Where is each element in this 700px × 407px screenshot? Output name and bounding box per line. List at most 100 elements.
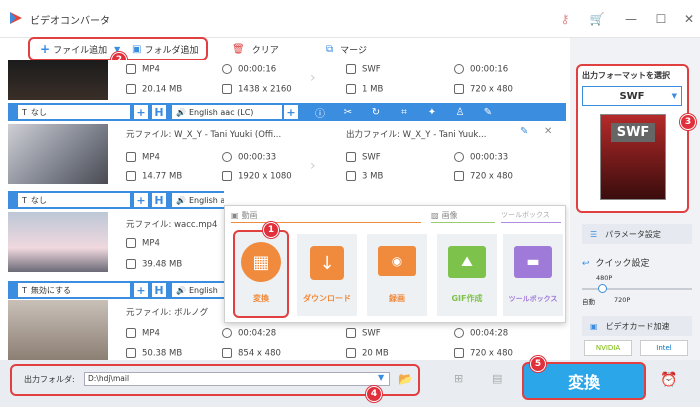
folder-icon: ▣ bbox=[132, 43, 142, 55]
source-size: 39.48 MB bbox=[126, 259, 182, 270]
file-icon bbox=[346, 64, 356, 74]
output-duration: 00:00:16 bbox=[454, 64, 508, 75]
output-resolution: 720 x 480 bbox=[454, 348, 513, 359]
key-icon[interactable]: ⚷ bbox=[556, 10, 574, 28]
subtitle-select[interactable]: T 無効にする bbox=[18, 283, 130, 297]
output-duration: 00:00:33 bbox=[454, 152, 508, 163]
plus-icon: + bbox=[40, 42, 51, 56]
merge-button[interactable]: ⧉ マージ bbox=[326, 40, 367, 58]
tab-video[interactable]: ▣ 動画 bbox=[231, 210, 258, 221]
step-badge-5: 5 bbox=[530, 356, 546, 372]
output-format: SWF bbox=[346, 152, 381, 163]
subtitle-edit-button[interactable]: H bbox=[152, 193, 166, 207]
rotate-icon[interactable]: ↻ bbox=[370, 106, 382, 118]
gpu-accel-button[interactable]: ▣ ビデオカード加速 bbox=[582, 316, 692, 336]
clock-icon bbox=[454, 64, 464, 74]
video-thumbnail[interactable] bbox=[8, 124, 108, 184]
file-icon bbox=[126, 238, 136, 248]
quick-settings-label: ↩ クイック設定 bbox=[582, 259, 650, 269]
close-button[interactable]: ✕ bbox=[680, 10, 698, 28]
output-format: SWF bbox=[346, 64, 381, 75]
add-audio-button[interactable]: + bbox=[284, 105, 298, 119]
remove-item-icon[interactable]: ✕ bbox=[544, 126, 552, 137]
watermark-icon[interactable]: ♙ bbox=[454, 106, 466, 118]
alarm-clock-icon[interactable]: ⏰ bbox=[660, 372, 677, 388]
minimize-button[interactable]: — bbox=[622, 10, 640, 28]
tile-convert[interactable]: ▦ 変換 bbox=[233, 230, 289, 318]
cart-icon[interactable]: 🛒 bbox=[588, 10, 606, 28]
tab-underline bbox=[431, 222, 495, 223]
file-list-icon[interactable]: ⊞ bbox=[454, 372, 463, 385]
clock-icon bbox=[222, 328, 232, 338]
audio-select[interactable]: 🔊 English bbox=[172, 283, 224, 297]
download-icon: ↓ bbox=[310, 246, 344, 280]
file-icon bbox=[126, 152, 136, 162]
quality-slider-thumb[interactable] bbox=[598, 284, 607, 293]
video-thumbnail[interactable] bbox=[8, 60, 108, 100]
tab-underline bbox=[231, 222, 421, 223]
crop-icon[interactable]: ⌗ bbox=[398, 106, 410, 118]
step-badge-3: 3 bbox=[680, 114, 696, 130]
source-format: MP4 bbox=[126, 328, 160, 339]
text-icon: T bbox=[22, 107, 27, 117]
text-icon: T bbox=[22, 195, 27, 205]
format-dropdown[interactable]: SWF ▼ bbox=[582, 86, 682, 106]
tile-download[interactable]: ↓ ダウンロード bbox=[297, 234, 357, 316]
chevron-down-icon[interactable]: ▼ bbox=[378, 373, 384, 382]
source-size: 20.14 MB bbox=[126, 84, 182, 95]
tab-image[interactable]: ▨ 画像 bbox=[431, 210, 458, 221]
resolution-icon bbox=[222, 84, 232, 94]
folder-icon bbox=[346, 171, 356, 181]
subtitle-edit-button[interactable]: H bbox=[152, 283, 166, 297]
nvidia-logo: NVIDIA bbox=[584, 340, 632, 356]
edit-name-icon[interactable]: ✎ bbox=[520, 126, 528, 137]
edit-bar: Tなし + H 🔊English aac (LC) bbox=[8, 191, 224, 209]
file-info-icon[interactable]: ▤ bbox=[492, 372, 502, 385]
clear-button[interactable]: 🗑 クリア bbox=[232, 40, 279, 58]
info-icon[interactable]: ⓘ bbox=[314, 106, 326, 120]
step-badge-1: 1 bbox=[263, 222, 279, 238]
tile-gif[interactable]: ⛰ GIF作成 bbox=[437, 234, 497, 316]
screen-record-icon: ◉ bbox=[378, 246, 416, 276]
subtitle-edit-icon[interactable]: ✎ bbox=[482, 106, 494, 118]
slider-label-480p: 480P bbox=[596, 274, 613, 282]
tile-toolbox[interactable]: ▬ ツールボックス bbox=[503, 234, 563, 316]
subtitle-select[interactable]: T なし bbox=[18, 105, 130, 119]
output-path-field[interactable]: D:\hdj\mail bbox=[84, 372, 390, 386]
output-size: 20 MB bbox=[346, 348, 389, 359]
video-thumbnail[interactable] bbox=[8, 212, 108, 272]
swf-format-icon: SWF bbox=[600, 114, 666, 200]
add-file-button[interactable]: + ファイル追加 ▼ bbox=[40, 40, 120, 58]
effect-wand-icon[interactable]: ✦ bbox=[426, 106, 438, 118]
film-icon: ▦ bbox=[241, 242, 281, 282]
audio-select[interactable]: 🔊English aac (LC) bbox=[172, 105, 282, 119]
open-folder-icon[interactable]: 📂 bbox=[398, 372, 413, 386]
chip-icon: ▣ bbox=[590, 321, 598, 331]
picture-icon: ⛰ bbox=[448, 246, 486, 278]
clock-icon bbox=[222, 64, 232, 74]
edit-bar: T なし + H 🔊 English aac (LC) + ⓘ ✂ ↻ ⌗ ✦ ♙ … bbox=[8, 103, 566, 121]
arrow-icon: › bbox=[310, 158, 316, 174]
source-size: 50.38 MB bbox=[126, 348, 182, 359]
subtitle-edit-button[interactable]: H bbox=[152, 105, 166, 119]
file-icon bbox=[126, 328, 136, 338]
subtitle-select[interactable]: T なし bbox=[18, 193, 130, 207]
audio-select[interactable]: 🔊English aac (LC) bbox=[172, 193, 224, 207]
tile-record[interactable]: ◉ 録画 bbox=[367, 234, 427, 316]
folder-icon bbox=[346, 84, 356, 94]
source-duration: 00:04:28 bbox=[222, 328, 276, 339]
maximize-button[interactable]: ☐ bbox=[652, 10, 670, 28]
quick-icon: ↩ bbox=[582, 259, 590, 269]
scissors-icon[interactable]: ✂ bbox=[342, 106, 354, 118]
add-subtitle-button[interactable]: + bbox=[134, 193, 148, 207]
parameter-settings-button[interactable]: ☰ パラメータ設定 bbox=[582, 224, 692, 244]
folder-icon bbox=[126, 171, 136, 181]
file-icon bbox=[346, 152, 356, 162]
add-subtitle-button[interactable]: + bbox=[134, 105, 148, 119]
add-subtitle-button[interactable]: + bbox=[134, 283, 148, 297]
resolution-icon bbox=[222, 348, 232, 358]
video-thumbnail[interactable] bbox=[8, 300, 108, 360]
output-size: 1 MB bbox=[346, 84, 383, 95]
tab-toolbox[interactable]: ツールボックス bbox=[501, 210, 550, 220]
add-folder-button[interactable]: ▣ フォルダ追加 bbox=[132, 40, 198, 58]
